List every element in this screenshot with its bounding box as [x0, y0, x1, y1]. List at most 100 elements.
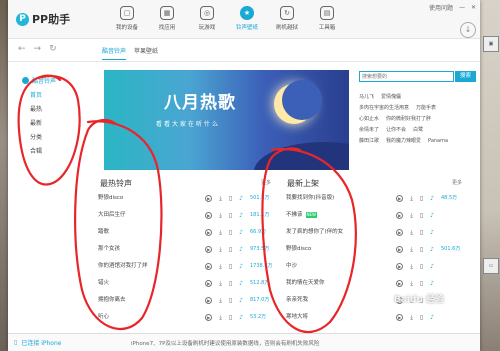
tab-wallpapers[interactable]: 苹果壁纸: [134, 46, 158, 60]
hot-tag[interactable]: 多肉在宇宙的生活用意: [359, 103, 409, 114]
hot-tag[interactable]: 马儿飞: [359, 92, 374, 103]
song-name[interactable]: 大田后生仔: [98, 207, 126, 224]
play-icon[interactable]: ▶: [205, 314, 213, 321]
hot-tag[interactable]: 万能手表: [416, 103, 436, 114]
download-icon[interactable]: ⤓: [410, 207, 413, 224]
play-icon[interactable]: ▶: [205, 212, 213, 219]
song-row[interactable]: 拥抱你离去 ▶ ⤓ ▯ ♪ 817.0万: [96, 292, 274, 309]
set-ringtone-icon[interactable]: ▯: [420, 309, 423, 326]
set-ringtone-icon[interactable]: ▯: [229, 309, 232, 326]
set-ringtone-icon[interactable]: ▯: [229, 224, 232, 241]
song-row[interactable]: 那个女孩 ▶ ⤓ ▯ ♪ 973.5万: [96, 241, 274, 258]
sidebar-item-categories[interactable]: 分类: [30, 131, 42, 145]
song-name[interactable]: 错火: [98, 275, 109, 292]
song-row[interactable]: 野狼disco ▶ ⤓ ▯ ♪ 501.5万: [96, 190, 274, 207]
nav-toolbox[interactable]: ▤ 工具箱: [308, 4, 346, 31]
hot-tag[interactable]: 白鹭: [413, 125, 423, 136]
search-button[interactable]: 搜索: [455, 71, 476, 82]
song-name[interactable]: 不拂该 NEW: [286, 207, 317, 224]
hot-tag[interactable]: Panama: [428, 136, 448, 147]
song-name[interactable]: 拥抱你离去: [98, 292, 126, 309]
play-icon[interactable]: ▶: [205, 263, 213, 270]
song-name[interactable]: 你的酒馆对我打了烊: [98, 258, 148, 275]
download-icon[interactable]: ⤓: [219, 275, 222, 292]
hot-tag[interactable]: 让你不会: [386, 125, 406, 136]
search-input[interactable]: [359, 71, 454, 82]
play-icon[interactable]: ▶: [396, 212, 404, 219]
song-name[interactable]: 野狼disco: [98, 190, 123, 207]
download-icon[interactable]: ⤓: [410, 275, 413, 292]
download-icon[interactable]: ⤓: [410, 241, 413, 258]
newest-more-link[interactable]: 更多: [452, 179, 462, 186]
download-icon[interactable]: ⤓: [219, 258, 222, 275]
set-ringtone-icon[interactable]: ▯: [420, 224, 423, 241]
hot-tag[interactable]: 藤田江歌: [359, 136, 379, 147]
set-ringtone-icon[interactable]: ▯: [420, 241, 423, 258]
set-ringtone-icon[interactable]: ▯: [229, 241, 232, 258]
close-icon[interactable]: ✕: [471, 4, 476, 11]
hottest-more-link[interactable]: 更多: [261, 179, 271, 186]
play-icon[interactable]: ▶: [205, 195, 213, 202]
desktop-shortcut-icon[interactable]: ▣: [483, 36, 499, 52]
song-row[interactable]: 我要找到你(抖音版) ▶ ⤓ ▯ ♪ 48.5万: [284, 190, 465, 207]
song-row[interactable]: 发了疯的想你了(伴的女 ▶ ⤓ ▯ ♪: [284, 224, 465, 241]
hot-tag[interactable]: 你的微耐好我打了胖: [386, 114, 431, 125]
song-row[interactable]: 不拂该 NEW ▶ ⤓ ▯ ♪: [284, 207, 465, 224]
song-name[interactable]: 中沙: [286, 258, 297, 275]
song-name[interactable]: 野狼disco: [286, 241, 311, 258]
song-name[interactable]: 那个女孩: [98, 241, 120, 258]
back-arrow-icon[interactable]: ←: [18, 44, 26, 54]
play-icon[interactable]: ▶: [205, 280, 213, 287]
play-icon[interactable]: ▶: [396, 280, 404, 287]
download-icon[interactable]: ⤓: [219, 207, 222, 224]
song-name[interactable]: 我的情在天爱你: [286, 275, 325, 292]
song-name[interactable]: 听心: [98, 309, 109, 326]
play-icon[interactable]: ▶: [396, 314, 404, 321]
song-row[interactable]: 听心 ▶ ⤓ ▯ ♪ 53.2万: [96, 309, 274, 326]
nav-find-apps[interactable]: ▦ 找应用: [148, 4, 186, 31]
download-icon[interactable]: ⤓: [219, 292, 222, 309]
nav-games[interactable]: ◎ 玩游戏: [188, 4, 226, 31]
hot-tag[interactable]: 余情未了: [359, 125, 379, 136]
play-icon[interactable]: ▶: [396, 246, 404, 253]
song-row[interactable]: 踏歌 ▶ ⤓ ▯ ♪ 66.9万: [96, 224, 274, 241]
song-name[interactable]: 亲亲死我: [286, 292, 308, 309]
hot-tag[interactable]: 心如止水: [359, 114, 379, 125]
download-icon[interactable]: ⤓: [410, 190, 413, 207]
desktop-folder-icon[interactable]: ▭: [483, 258, 499, 274]
sidebar-item-hottest[interactable]: 最热: [30, 103, 42, 117]
song-row[interactable]: 寒地大将 ▶ ⤓ ▯ ♪: [284, 309, 465, 326]
song-row[interactable]: 大田后生仔 ▶ ⤓ ▯ ♪ 181.1万: [96, 207, 274, 224]
download-icon[interactable]: ⤓: [410, 309, 413, 326]
sidebar-item-newest[interactable]: 最新: [30, 117, 42, 131]
set-ringtone-icon[interactable]: ▯: [229, 258, 232, 275]
promo-banner[interactable]: 八月热歌 看看大家在听什么: [104, 70, 349, 170]
download-icon[interactable]: ⤓: [219, 224, 222, 241]
song-row[interactable]: 错火 ▶ ⤓ ▯ ♪ 512.8万: [96, 275, 274, 292]
set-ringtone-icon[interactable]: ▯: [420, 207, 423, 224]
hot-tag[interactable]: 我的魔力辣眼爱: [386, 136, 421, 147]
download-icon[interactable]: ⤓: [410, 258, 413, 275]
download-icon[interactable]: ⤓: [219, 190, 222, 207]
nav-my-device[interactable]: ▢ 我的设备: [108, 4, 146, 31]
play-icon[interactable]: ▶: [396, 195, 404, 202]
nav-flash-jailbreak[interactable]: ↻ 刷机越狱: [268, 4, 306, 31]
play-icon[interactable]: ▶: [205, 246, 213, 253]
song-name[interactable]: 踏歌: [98, 224, 109, 241]
song-row[interactable]: 你的酒馆对我打了烊 ▶ ⤓ ▯ ♪ 1738.5万: [96, 258, 274, 275]
forward-arrow-icon[interactable]: →: [34, 44, 42, 54]
set-ringtone-icon[interactable]: ▯: [420, 258, 423, 275]
set-ringtone-icon[interactable]: ▯: [229, 275, 232, 292]
song-name[interactable]: 寒地大将: [286, 309, 308, 326]
song-row[interactable]: 野狼disco ▶ ⤓ ▯ ♪ 501.6万: [284, 241, 465, 258]
set-ringtone-icon[interactable]: ▯: [420, 275, 423, 292]
refresh-icon[interactable]: ↻: [49, 44, 57, 54]
play-icon[interactable]: ▶: [396, 263, 404, 270]
play-icon[interactable]: ▶: [205, 229, 213, 236]
song-row[interactable]: 我的情在天爱你 ▶ ⤓ ▯ ♪: [284, 275, 465, 292]
song-name[interactable]: 发了疯的想你了(伴的女: [286, 224, 343, 241]
download-icon[interactable]: ⤓: [410, 224, 413, 241]
download-icon[interactable]: ⤓: [219, 241, 222, 258]
song-name[interactable]: 我要找到你(抖音版): [286, 190, 334, 207]
set-ringtone-icon[interactable]: ▯: [229, 207, 232, 224]
